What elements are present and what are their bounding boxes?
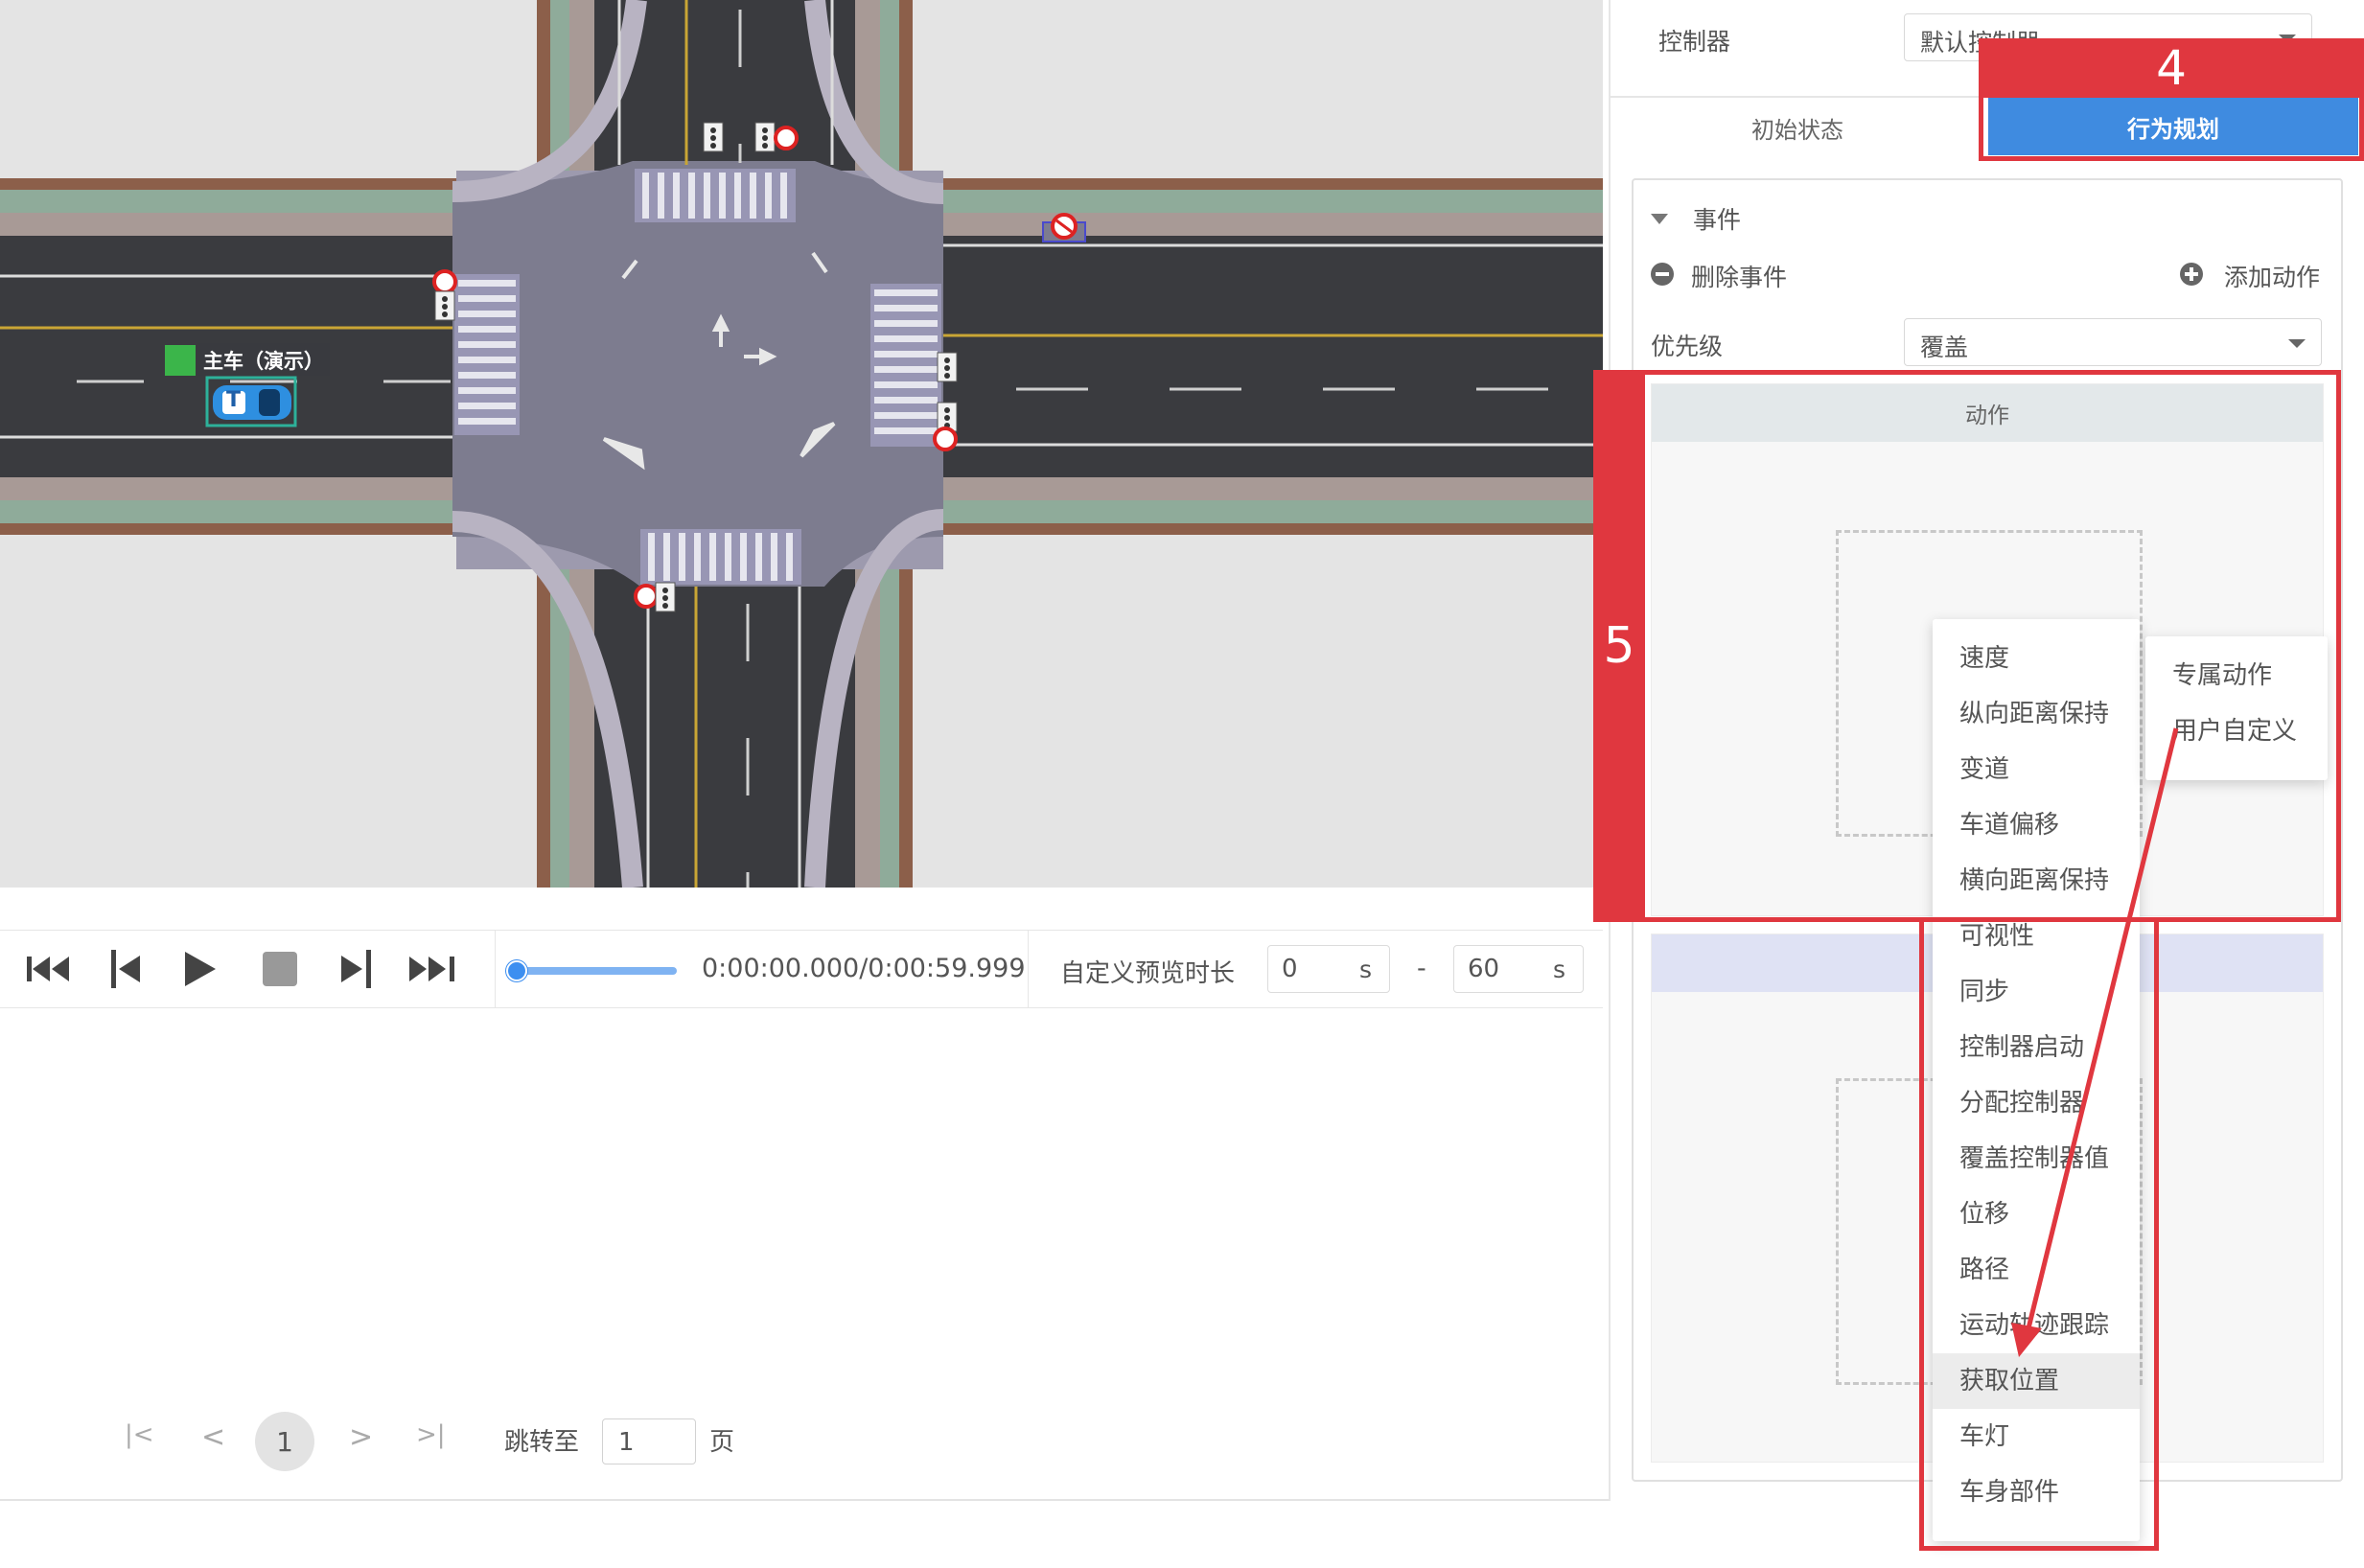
annotation-label-5: 5 xyxy=(1593,370,1645,922)
range-separator: - xyxy=(1417,954,1426,983)
scene-map[interactable]: 主车（演示） T xyxy=(0,0,1603,888)
jump-page-input[interactable]: 1 xyxy=(602,1418,696,1464)
collapse-caret-icon[interactable] xyxy=(1651,214,1668,224)
skip-to-end-icon[interactable] xyxy=(408,948,458,990)
page-suffix: 页 xyxy=(709,1428,735,1457)
start-time-input[interactable]: 0s xyxy=(1267,945,1390,993)
minus-circle-icon[interactable] xyxy=(1651,263,1674,286)
annotation-box-5 xyxy=(1593,370,2341,922)
vehicle-marker[interactable]: T xyxy=(226,388,241,412)
custom-duration-label: 自定义预览时长 xyxy=(1060,959,1236,988)
progress-knob[interactable] xyxy=(506,960,527,981)
skip-to-start-icon[interactable] xyxy=(27,948,71,990)
next-page-button[interactable]: > xyxy=(349,1420,373,1454)
plus-circle-icon[interactable] xyxy=(2180,263,2203,286)
delete-event-button[interactable]: 删除事件 xyxy=(1691,259,1787,293)
controller-label: 控制器 xyxy=(1658,28,1731,56)
event-title: 事件 xyxy=(1693,206,1742,234)
time-readout: 0:00:00.000/0:00:59.999 xyxy=(702,954,1026,983)
step-back-icon[interactable] xyxy=(104,948,146,990)
prev-page-button[interactable]: < xyxy=(201,1420,225,1454)
first-page-button[interactable]: |< xyxy=(125,1420,154,1449)
jump-label: 跳转至 xyxy=(504,1428,580,1457)
end-time-input[interactable]: 60 s xyxy=(1453,945,1584,993)
tab-initial-state[interactable]: 初始状态 xyxy=(1726,111,1869,145)
step-forward-icon[interactable] xyxy=(336,948,378,990)
current-page[interactable]: 1 xyxy=(255,1412,314,1471)
progress-track[interactable] xyxy=(516,967,677,975)
priority-select[interactable]: 覆盖 xyxy=(1904,318,2322,366)
playback-bar: 0:00:00.000/0:00:59.999 自定义预览时长 0s - 60 s xyxy=(0,930,1603,1008)
stop-icon[interactable] xyxy=(259,948,301,990)
annotation-label-4: 4 xyxy=(1979,38,2364,98)
priority-label: 优先级 xyxy=(1651,333,1724,360)
pagination: |< < 1 > >| 跳转至 1 页 xyxy=(115,1409,786,1476)
add-action-button[interactable]: 添加动作 xyxy=(2224,259,2320,293)
play-icon[interactable] xyxy=(178,948,220,990)
chevron-down-icon xyxy=(2288,339,2306,348)
annotation-box-menu xyxy=(1919,922,2159,1551)
last-page-button[interactable]: >| xyxy=(416,1420,446,1449)
vehicle-label: 主车（演示） xyxy=(203,350,324,373)
